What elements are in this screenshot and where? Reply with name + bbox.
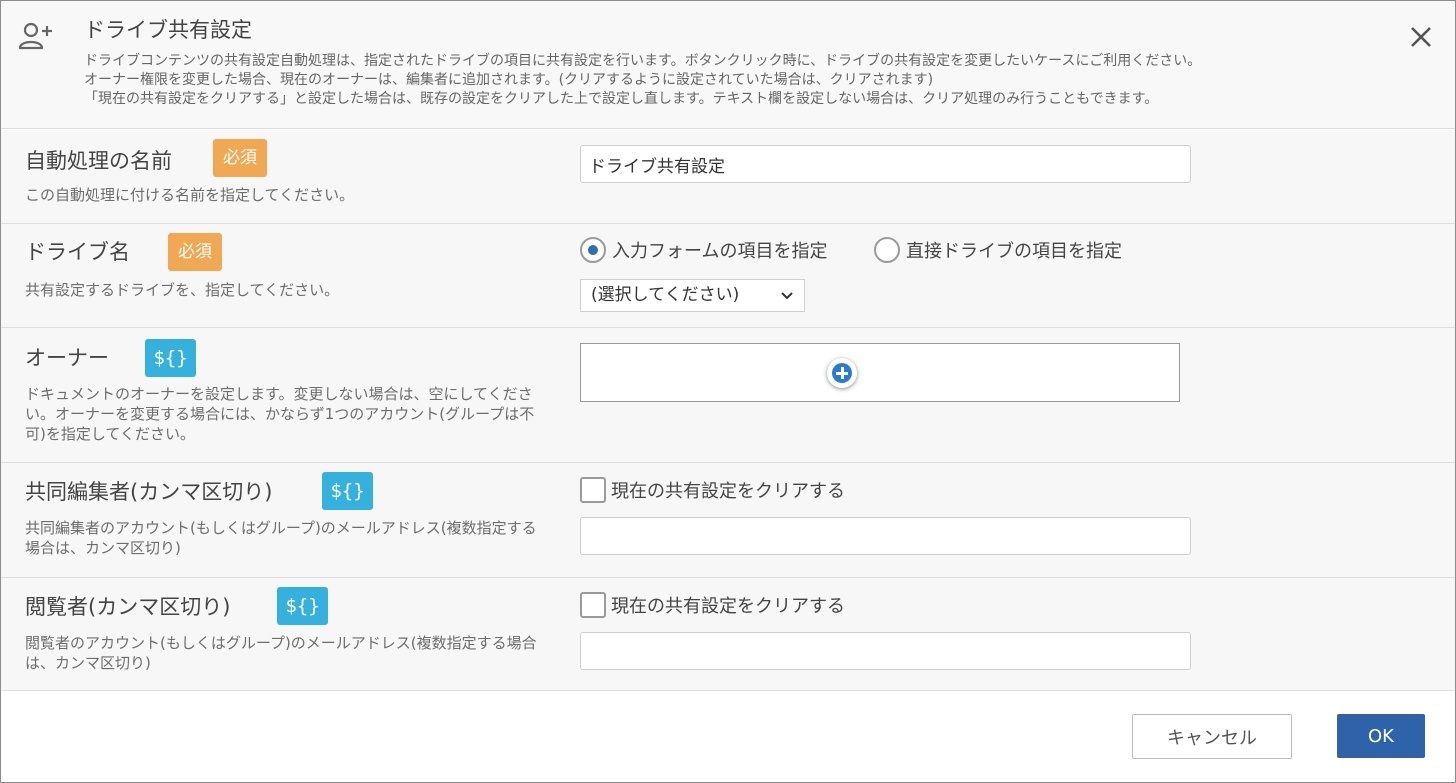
clear-editors-option[interactable]: 現在の共有設定をクリアする [580, 477, 845, 503]
clear-viewers-checkbox[interactable] [580, 592, 606, 618]
add-user-icon [18, 22, 52, 50]
field-description: 共同編集者のアカウント(もしくはグループ)のメールアドレス(複数指定する場合は、… [25, 519, 537, 557]
field-label: オーナー [25, 346, 109, 370]
description-line: 「現在の共有設定をクリアする」と設定した場合は、既存の設定をクリアした上で設定し… [84, 91, 1159, 107]
close-icon [1411, 27, 1431, 47]
cancel-button[interactable]: キャンセル [1132, 714, 1292, 759]
description-line: ドライブコンテンツの共有設定自動処理は、指定されたドライブの項目に共有設定を行い… [84, 53, 1202, 69]
clear-editors-checkbox[interactable] [580, 477, 606, 503]
owner-selector[interactable] [580, 343, 1180, 402]
field-description: 閲覧者のアカウント(もしくはグループ)のメールアドレス(複数指定する場合は、カン… [25, 634, 537, 672]
field-description: この自動処理に付ける名前を指定してください。 [25, 186, 355, 204]
dialog-description: ドライブコンテンツの共有設定自動処理は、指定されたドライブの項目に共有設定を行い… [84, 52, 1201, 109]
radio-direct-drive[interactable]: 直接ドライブの項目を指定 [874, 237, 1122, 263]
drive-select[interactable]: (選択してください) [580, 279, 805, 312]
field-row-viewers: 閲覧者(カンマ区切り) ${} 閲覧者のアカウント(もしくはグループ)のメールア… [1, 578, 1455, 691]
field-row-editors: 共同編集者(カンマ区切り) ${} 共同編集者のアカウント(もしくはグループ)の… [1, 463, 1455, 578]
dialog-header: ドライブ共有設定 ドライブコンテンツの共有設定自動処理は、指定されたドライブの項… [1, 1, 1455, 129]
ok-button[interactable]: OK [1337, 714, 1425, 758]
viewers-input[interactable] [580, 632, 1191, 670]
field-label: 閲覧者(カンマ区切り) [25, 595, 231, 619]
radio-label: 直接ドライブの項目を指定 [906, 241, 1122, 262]
field-description: ドキュメントのオーナーを設定します。変更しない場合は、空にしてください。オーナー… [25, 385, 535, 443]
add-owner-button[interactable] [827, 358, 857, 388]
chevron-down-icon [781, 292, 793, 300]
field-description: 共有設定するドライブを、指定してください。 [25, 281, 340, 299]
clear-viewers-option[interactable]: 現在の共有設定をクリアする [580, 592, 845, 618]
dialog-title: ドライブ共有設定 [84, 18, 252, 42]
variable-badge[interactable]: ${} [145, 339, 196, 377]
close-button[interactable] [1403, 19, 1439, 55]
select-value: (選択してください) [591, 285, 740, 305]
required-badge: 必須 [168, 233, 222, 271]
radio-form-item[interactable]: 入力フォームの項目を指定 [580, 237, 827, 263]
checkbox-label: 現在の共有設定をクリアする [611, 596, 845, 617]
required-badge: 必須 [213, 139, 267, 177]
plus-icon [832, 363, 852, 383]
editors-input[interactable] [580, 517, 1191, 555]
field-row-name: 自動処理の名前 必須 この自動処理に付ける名前を指定してください。 [1, 130, 1455, 224]
checkbox-label: 現在の共有設定をクリアする [611, 481, 845, 502]
drive-share-dialog: ドライブ共有設定 ドライブコンテンツの共有設定自動処理は、指定されたドライブの項… [0, 0, 1456, 783]
variable-badge[interactable]: ${} [322, 472, 373, 510]
field-label: 共同編集者(カンマ区切り) [25, 480, 273, 504]
variable-badge[interactable]: ${} [277, 587, 328, 625]
dialog-footer: キャンセル OK [1, 691, 1455, 782]
field-row-drive: ドライブ名 必須 共有設定するドライブを、指定してください。 入力フォームの項目… [1, 224, 1455, 328]
field-label: ドライブ名 [25, 240, 130, 264]
description-line: オーナー権限を変更した場合、現在のオーナーは、編集者に追加されます。(クリアする… [84, 72, 934, 88]
radio-button[interactable] [580, 237, 606, 263]
radio-label: 入力フォームの項目を指定 [612, 241, 828, 262]
radio-button[interactable] [874, 237, 900, 263]
field-label: 自動処理の名前 [25, 149, 172, 173]
name-input[interactable] [580, 145, 1191, 183]
